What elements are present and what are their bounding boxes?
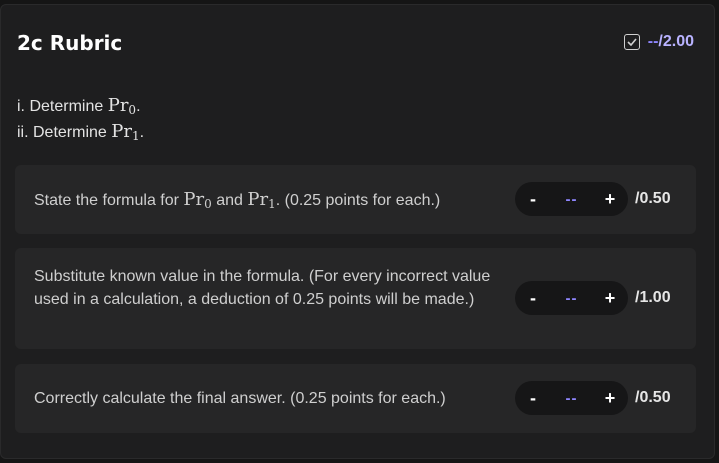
rubric-item-text: Substitute known value in the formula. (… (34, 268, 491, 308)
max-points: /0.50 (635, 389, 671, 406)
rubric-item-text: Correctly calculate the final answer. (0… (34, 390, 446, 407)
rubric-item: Substitute known value in the formula. (… (15, 248, 696, 349)
score-stepper: - -- + (515, 281, 628, 315)
rubric-title: 2c Rubric (17, 31, 123, 55)
decrement-button[interactable]: - (527, 388, 539, 409)
rubric-item: State the formula for Pr0 and Pr1. (0.25… (15, 165, 696, 234)
question-description: i. Determine Pr0. ii. Determine Pr1. (17, 95, 144, 147)
increment-button[interactable]: + (604, 189, 616, 210)
max-points: /1.00 (635, 289, 671, 306)
description-line-1: i. Determine Pr0. (17, 95, 141, 117)
rubric-panel: 2c Rubric --/2.00 i. Determine Pr0. ii. … (0, 4, 715, 459)
score-value[interactable]: -- (566, 191, 578, 208)
score-value[interactable]: -- (566, 390, 578, 407)
increment-button[interactable]: + (604, 288, 616, 309)
checkbox-checked-icon[interactable] (623, 34, 640, 50)
rubric-item-text: State the formula for Pr0 and Pr1. (0.25… (34, 189, 441, 211)
total-score-value: --/2.00 (647, 33, 694, 50)
increment-button[interactable]: + (604, 388, 616, 409)
max-points: /0.50 (635, 190, 671, 207)
decrement-button[interactable]: - (527, 189, 539, 210)
decrement-button[interactable]: - (527, 288, 539, 309)
description-line-2: ii. Determine Pr1. (17, 121, 145, 143)
score-stepper: - -- + (515, 381, 628, 415)
score-stepper: - -- + (515, 182, 628, 216)
rubric-item: Correctly calculate the final answer. (0… (15, 364, 696, 433)
total-score: --/2.00 (623, 33, 694, 51)
score-value[interactable]: -- (566, 290, 578, 307)
